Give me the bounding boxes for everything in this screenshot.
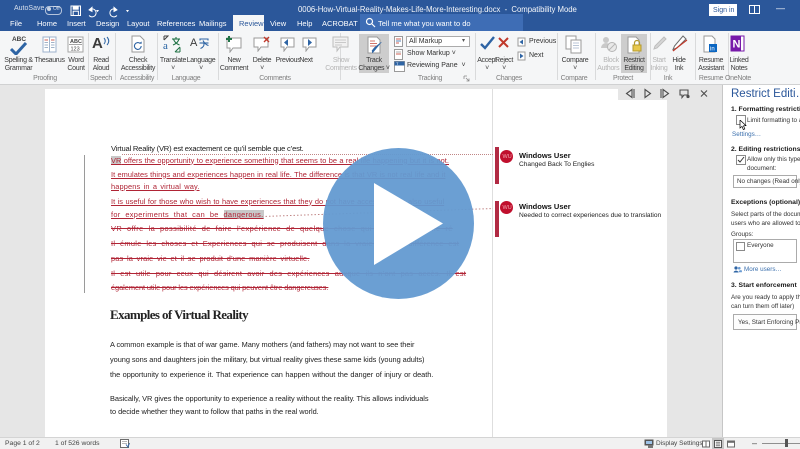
svg-text:123: 123 xyxy=(71,47,80,53)
svg-text:N: N xyxy=(733,39,741,51)
svg-text:in: in xyxy=(710,47,715,53)
svg-text:a: a xyxy=(163,40,168,52)
svg-text:A: A xyxy=(190,37,198,49)
